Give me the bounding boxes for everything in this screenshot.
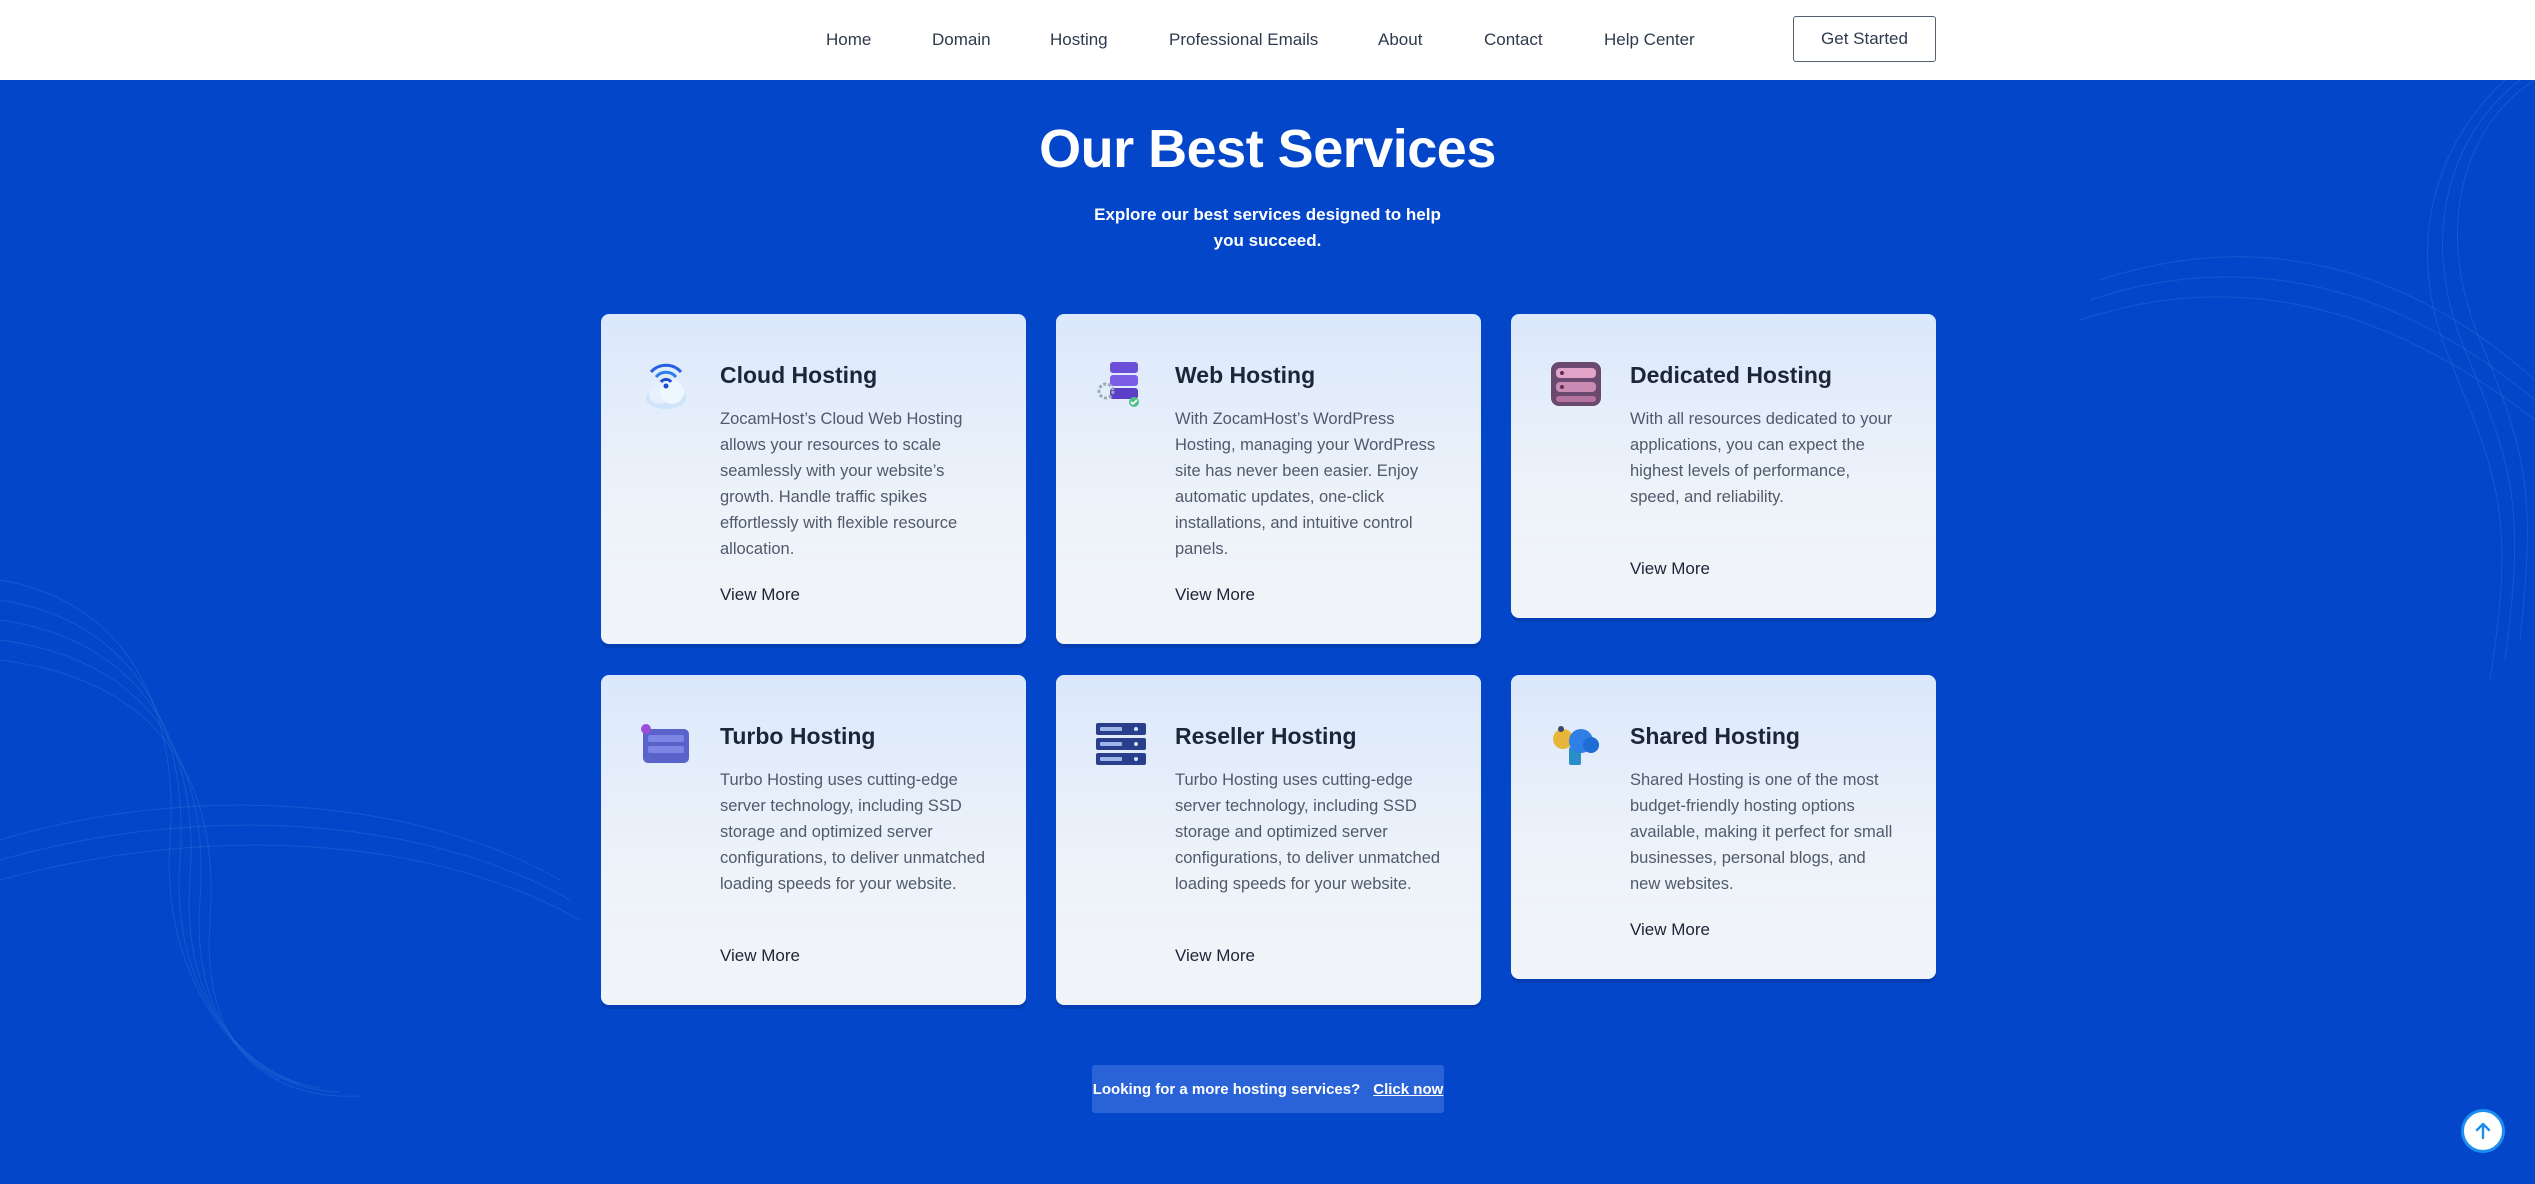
card-title: Shared Hosting xyxy=(1630,723,1800,749)
view-more-link[interactable]: View More xyxy=(1175,946,1255,966)
view-more-link[interactable]: View More xyxy=(1630,920,1710,940)
turbo-server-icon xyxy=(639,719,693,773)
card-title: Web Hosting xyxy=(1175,362,1316,388)
get-started-button[interactable]: Get Started xyxy=(1793,16,1936,62)
card-title: Dedicated Hosting xyxy=(1630,362,1832,388)
card-title: Cloud Hosting xyxy=(720,362,878,388)
service-card-cloud-hosting: Cloud Hosting ZocamHost’s Cloud Web Host… xyxy=(601,314,1026,644)
view-more-link[interactable]: View More xyxy=(720,585,800,605)
shared-cloud-icon xyxy=(1549,719,1603,773)
more-services-text: Looking for a more hosting services? xyxy=(1092,1080,1361,1098)
card-description: With all resources dedicated to your app… xyxy=(1630,410,1893,506)
cloud-wifi-icon xyxy=(639,358,693,412)
card-description: ZocamHost’s Cloud Web Hosting allows you… xyxy=(720,410,963,558)
nav-link-contact[interactable]: Contact xyxy=(1484,30,1543,50)
card-description: With ZocamHost’s WordPress Hosting, mana… xyxy=(1175,410,1436,558)
card-title: Turbo Hosting xyxy=(720,723,876,749)
nav-link-professional-emails[interactable]: Professional Emails xyxy=(1169,30,1318,50)
card-description: Turbo Hosting uses cutting-edge server t… xyxy=(720,771,986,893)
view-more-link[interactable]: View More xyxy=(720,946,800,966)
service-card-shared-hosting: Shared Hosting Shared Hosting is one of … xyxy=(1511,675,1936,979)
nav-link-about[interactable]: About xyxy=(1378,30,1422,50)
service-card-web-hosting: Web Hosting With ZocamHost’s WordPress H… xyxy=(1056,314,1481,644)
nav-link-home[interactable]: Home xyxy=(826,30,871,50)
section-title: Our Best Services xyxy=(1039,119,1496,179)
nav-link-domain[interactable]: Domain xyxy=(932,30,991,50)
view-more-link[interactable]: View More xyxy=(1175,585,1255,605)
service-card-reseller-hosting: Reseller Hosting Turbo Hosting uses cutt… xyxy=(1056,675,1481,1005)
server-rack-icon xyxy=(1549,358,1603,412)
arrow-up-icon xyxy=(2475,1122,2491,1140)
service-card-dedicated-hosting: Dedicated Hosting With all resources ded… xyxy=(1511,314,1936,618)
nav-link-hosting[interactable]: Hosting xyxy=(1050,30,1108,50)
click-now-link[interactable]: Click now xyxy=(1373,1081,1443,1098)
card-description: Shared Hosting is one of the most budget… xyxy=(1630,771,1893,893)
service-card-turbo-hosting: Turbo Hosting Turbo Hosting uses cutting… xyxy=(601,675,1026,1005)
nav-link-help-center[interactable]: Help Center xyxy=(1604,30,1695,50)
top-navbar: Home Domain Hosting Professional Emails … xyxy=(0,0,2535,80)
card-description: Turbo Hosting uses cutting-edge server t… xyxy=(1175,771,1441,893)
card-title: Reseller Hosting xyxy=(1175,723,1357,749)
more-services-banner: Looking for a more hosting services? Cli… xyxy=(1092,1065,1444,1113)
reseller-server-icon xyxy=(1094,719,1148,773)
section-subtitle: Explore our best services designed to he… xyxy=(1094,205,1441,250)
scroll-to-top-button[interactable] xyxy=(2461,1109,2505,1153)
view-more-link[interactable]: View More xyxy=(1630,559,1710,579)
server-stack-icon xyxy=(1094,358,1148,412)
